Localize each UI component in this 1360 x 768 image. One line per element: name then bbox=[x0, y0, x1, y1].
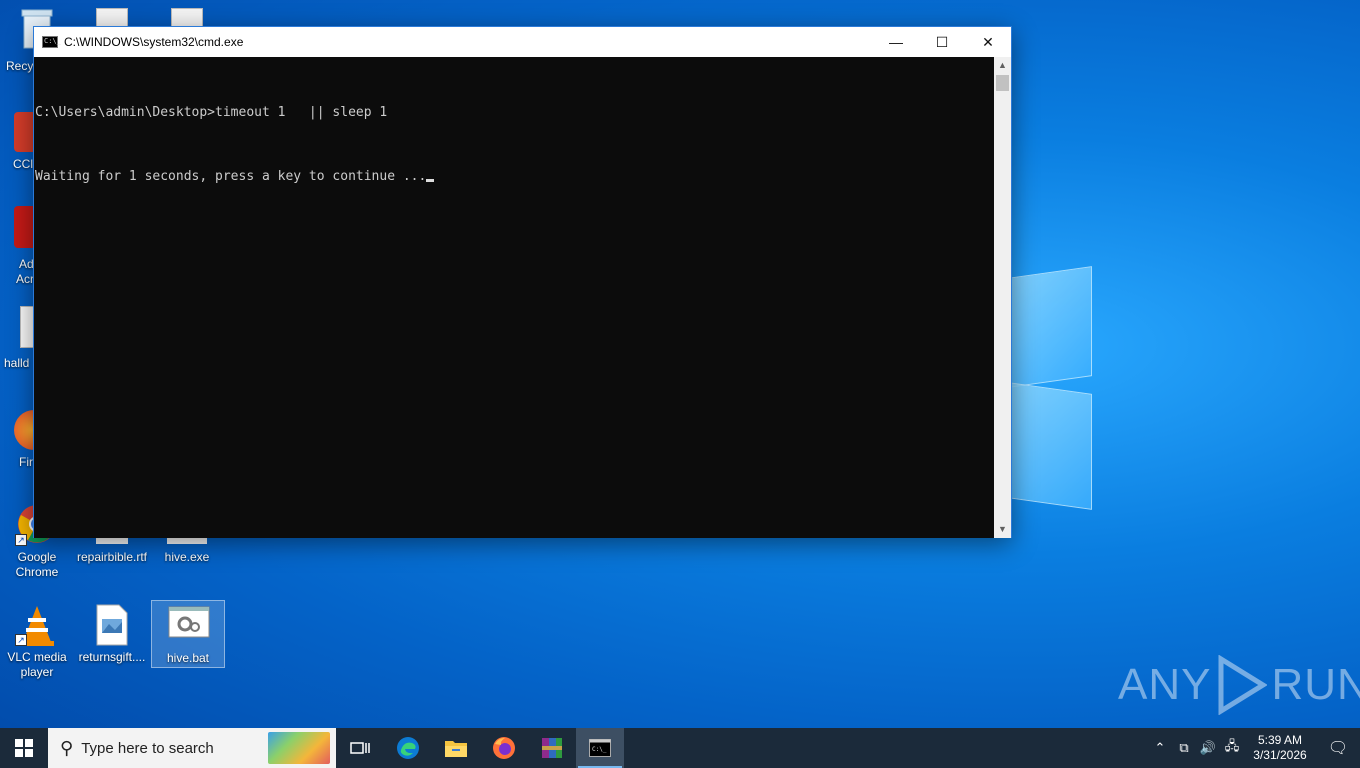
console-line-command: C:\Users\admin\Desktop>timeout 1 || slee… bbox=[35, 105, 388, 120]
acrobat-label-2: Acr bbox=[16, 272, 34, 286]
windows-start-icon bbox=[15, 739, 33, 757]
halld-label: halld bbox=[4, 356, 30, 370]
hive-exe-label: hive.exe bbox=[164, 550, 210, 564]
network-icon[interactable]: 🖧 bbox=[1220, 737, 1244, 759]
taskbar-search-box[interactable]: ⚲ Type here to search bbox=[48, 728, 336, 768]
cmd-titlebar[interactable]: C:\_ C:\WINDOWS\system32\cmd.exe — ☐ ✕ bbox=[34, 27, 1011, 57]
firefox-label: Fir bbox=[19, 455, 33, 469]
winrar-taskbar-button[interactable] bbox=[528, 728, 576, 768]
notifications-icon[interactable]: 🗨 bbox=[1316, 738, 1360, 758]
anyrun-watermark: ANY RUN bbox=[1118, 655, 1360, 715]
cmd-icon: C:\_ bbox=[589, 739, 611, 757]
taskbar: ⚲ Type here to search C:\_ ⌃ ⧉ 🔊 🖧 5:39 … bbox=[0, 728, 1360, 768]
hive-bat-label: hive.bat bbox=[166, 651, 210, 665]
vlc-cone-icon: ↗ bbox=[15, 604, 57, 646]
image-file-icon bbox=[92, 604, 132, 646]
text-cursor bbox=[426, 179, 435, 182]
returnsgift-label: returnsgift.... bbox=[78, 650, 146, 664]
edge-icon bbox=[397, 737, 419, 759]
ccleaner-label: CCl bbox=[13, 157, 33, 171]
desktop-icon-hive-bat[interactable]: hive.bat bbox=[151, 600, 225, 668]
vlc-label-2: player bbox=[20, 665, 54, 679]
cmd-taskbar-button[interactable]: C:\_ bbox=[576, 728, 624, 768]
clock[interactable]: 5:39 AM 3/31/2026 bbox=[1244, 733, 1316, 763]
firefox-taskbar-button[interactable] bbox=[480, 728, 528, 768]
window-title: C:\WINDOWS\system32\cmd.exe bbox=[64, 35, 244, 49]
show-hidden-icons-chevron-icon[interactable]: ⌃ bbox=[1148, 740, 1172, 756]
close-button[interactable]: ✕ bbox=[965, 27, 1011, 57]
search-placeholder: Type here to search bbox=[81, 739, 214, 757]
firefox-icon bbox=[493, 737, 515, 759]
file-explorer-taskbar-button[interactable] bbox=[432, 728, 480, 768]
scroll-down-icon[interactable]: ▼ bbox=[994, 521, 1011, 538]
svg-text:C:\_: C:\_ bbox=[592, 746, 607, 753]
chrome-label-1: Google bbox=[17, 550, 57, 564]
file-explorer-icon bbox=[445, 741, 467, 757]
console-output[interactable]: C:\Users\admin\Desktop>timeout 1 || slee… bbox=[34, 57, 996, 538]
file-icon[interactable] bbox=[171, 8, 203, 28]
maximize-button[interactable]: ☐ bbox=[919, 27, 965, 57]
clock-time: 5:39 AM bbox=[1257, 733, 1303, 747]
repairbible-label: repairbible.rtf bbox=[76, 550, 148, 564]
task-view-icon bbox=[350, 742, 370, 754]
console-line-waiting: Waiting for 1 seconds, press a key to co… bbox=[35, 169, 996, 185]
console-waiting-text: Waiting for 1 seconds, press a key to co… bbox=[35, 169, 427, 184]
volume-icon[interactable]: 🔊 bbox=[1196, 740, 1220, 756]
clock-date: 3/31/2026 bbox=[1253, 748, 1307, 762]
desktop-icon-vlc[interactable]: ↗ VLC media player bbox=[0, 600, 74, 680]
recycle-bin-label: Recy bbox=[6, 59, 34, 73]
scroll-thumb[interactable] bbox=[996, 75, 1009, 91]
vertical-scrollbar[interactable]: ▲ ▼ bbox=[994, 57, 1011, 538]
edge-taskbar-button[interactable] bbox=[384, 728, 432, 768]
winrar-icon bbox=[542, 738, 562, 758]
minimize-button[interactable]: — bbox=[873, 27, 919, 57]
chrome-label-2: Chrome bbox=[15, 565, 59, 579]
acrobat-label-1: Ad bbox=[19, 257, 34, 271]
cmd-app-icon: C:\_ bbox=[42, 36, 61, 48]
search-highlight-image bbox=[268, 732, 330, 764]
scroll-up-icon[interactable]: ▲ bbox=[994, 57, 1011, 74]
vlc-label-1: VLC media bbox=[7, 650, 67, 664]
windows-wallpaper-logo bbox=[1008, 258, 1094, 512]
task-view-button[interactable] bbox=[336, 728, 384, 768]
file-icon[interactable] bbox=[96, 8, 128, 28]
desktop-icon-returnsgift[interactable]: returnsgift.... bbox=[75, 600, 149, 665]
meet-now-icon[interactable]: ⧉ bbox=[1172, 740, 1196, 756]
system-tray: ⌃ ⧉ 🔊 🖧 5:39 AM 3/31/2026 🗨 bbox=[1148, 728, 1360, 768]
start-button[interactable] bbox=[0, 728, 48, 768]
batch-file-gear-icon bbox=[168, 605, 210, 645]
search-icon: ⚲ bbox=[60, 737, 74, 758]
play-logo-icon bbox=[1218, 655, 1268, 715]
watermark-right-text: RUN bbox=[1271, 660, 1360, 709]
watermark-left-text: ANY bbox=[1118, 660, 1212, 709]
cmd-window[interactable]: C:\_ C:\WINDOWS\system32\cmd.exe — ☐ ✕ C… bbox=[33, 26, 1012, 538]
